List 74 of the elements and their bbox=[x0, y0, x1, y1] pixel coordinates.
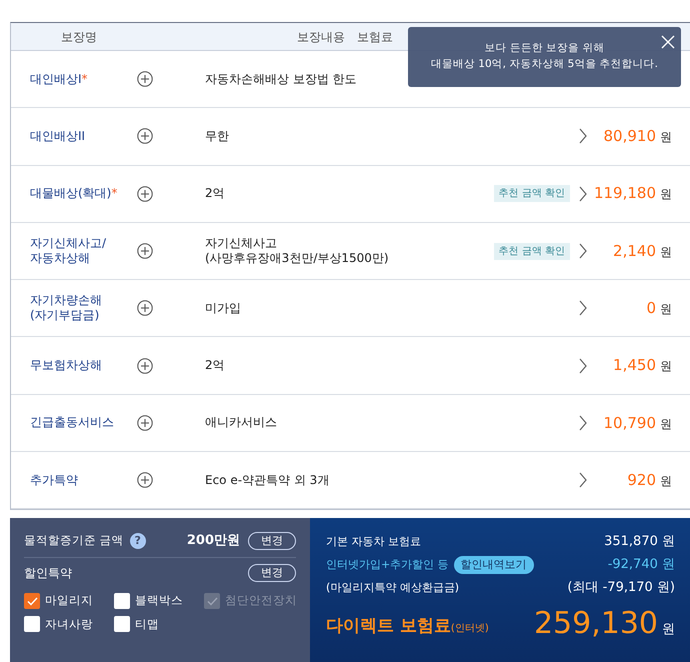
coverage-name[interactable]: 자기신체사고/ 자동차상해 bbox=[11, 236, 131, 266]
change-button[interactable]: 변경 bbox=[248, 564, 296, 582]
plus-icon[interactable] bbox=[137, 186, 153, 202]
plus-icon[interactable] bbox=[137, 71, 153, 88]
coverage-name[interactable]: 자기차량손해 (자기부담금) bbox=[11, 293, 131, 324]
tooltip-text: 대물배상 10억, 자동차상해 5억을 추천합니다. bbox=[430, 57, 658, 72]
plus-icon[interactable] bbox=[137, 128, 153, 144]
coverage-name[interactable]: 대인배상II bbox=[11, 128, 131, 144]
currency-unit: 원 bbox=[660, 302, 672, 316]
surcharge-label: 물적할증기준 금액 bbox=[24, 532, 124, 550]
plus-icon[interactable] bbox=[137, 358, 153, 374]
chevron-icon[interactable] bbox=[578, 358, 588, 374]
currency-unit: 원 bbox=[660, 416, 672, 431]
coverage-content: 2억 bbox=[205, 186, 226, 202]
discount-checkbox[interactable]: 자녀사랑 bbox=[24, 616, 114, 633]
coverage-content: 애니카서비스 bbox=[205, 415, 278, 430]
discount-checkbox[interactable]: 티맵 bbox=[114, 616, 204, 633]
plus-icon[interactable] bbox=[137, 472, 153, 488]
coverage-name[interactable]: 무보험차상해 bbox=[11, 358, 131, 374]
coverage-content: Eco e-약관특약 외 3개 bbox=[205, 472, 330, 488]
discount-details-button[interactable]: 할인내역보기 bbox=[454, 556, 534, 574]
plus-icon[interactable] bbox=[137, 300, 153, 316]
premium-amount: 10,790 bbox=[604, 414, 656, 432]
discount-checkbox[interactable]: 블랙박스 bbox=[114, 592, 204, 610]
column-header: 보장내용 bbox=[297, 28, 345, 46]
chevron-icon[interactable] bbox=[578, 186, 588, 202]
plus-icon[interactable] bbox=[137, 243, 153, 260]
premium-amount: 1,450 bbox=[613, 356, 656, 374]
coverage-content: 무한 bbox=[205, 128, 230, 144]
help-icon[interactable]: ? bbox=[130, 532, 146, 549]
coverage-content: 미가입 bbox=[205, 300, 242, 316]
change-button[interactable]: 변경 bbox=[248, 532, 296, 550]
discount-checkbox[interactable]: 마일리지 bbox=[24, 592, 114, 610]
chevron-icon[interactable] bbox=[578, 243, 588, 260]
currency-unit: 원 bbox=[662, 620, 675, 639]
coverage-content: 자동차손해배상 보장법 한도 bbox=[205, 72, 358, 87]
discount-checkbox: 첨단안전장치 bbox=[204, 592, 304, 610]
column-header: 보장명 bbox=[61, 28, 97, 46]
summary-label: 인터넷가입+추가할인 등 bbox=[326, 556, 449, 573]
coverage-name[interactable]: 대인배상I* bbox=[11, 72, 131, 87]
premium-amount: 80,910 bbox=[604, 127, 656, 146]
premium-amount: 920 bbox=[627, 470, 656, 489]
discount-title: 할인특약 bbox=[24, 565, 72, 582]
summary-value: -92,740 원 bbox=[608, 556, 675, 574]
column-header: 보험료 bbox=[357, 28, 393, 46]
coverage-name[interactable]: 긴급출동서비스 bbox=[11, 415, 131, 430]
premium-amount: 2,140 bbox=[613, 242, 656, 260]
tooltip-text: 보다 든든한 보장을 위해 bbox=[484, 41, 604, 56]
chevron-icon[interactable] bbox=[578, 128, 588, 144]
currency-unit: 원 bbox=[660, 244, 672, 259]
surcharge-value: 200만원 bbox=[186, 532, 240, 550]
currency-unit: 원 bbox=[660, 474, 672, 488]
coverage-content: 자기신체사고 (사망후유장애3천만/부상1500만) bbox=[205, 236, 390, 266]
premium-amount: 119,180 bbox=[594, 184, 656, 202]
currency-unit: 원 bbox=[660, 187, 672, 202]
plus-icon[interactable] bbox=[137, 414, 153, 431]
check-icon bbox=[26, 596, 38, 606]
close-icon[interactable] bbox=[661, 35, 675, 49]
coverage-name[interactable]: 대물배상(확대)* bbox=[11, 186, 131, 202]
total-label: 다이렉트 보험료(인터넷) bbox=[326, 614, 489, 638]
summary-value: 351,870 원 bbox=[604, 533, 675, 552]
coverage-name[interactable]: 추가특약 bbox=[11, 472, 131, 488]
premium-amount: 0 bbox=[646, 299, 656, 318]
summary-value: (최대 -79,170 원) bbox=[567, 579, 675, 598]
summary-label: 기본 자동차 보험료 bbox=[326, 534, 421, 550]
currency-unit: 원 bbox=[660, 359, 672, 374]
total-amount: 259,130 bbox=[534, 609, 658, 640]
currency-unit: 원 bbox=[660, 130, 672, 144]
coverage-content: 2억 bbox=[205, 358, 226, 374]
chevron-icon[interactable] bbox=[578, 414, 588, 431]
check-icon bbox=[206, 596, 218, 606]
note-label: (마일리지특약 예상환급금) bbox=[326, 580, 460, 596]
chevron-icon[interactable] bbox=[578, 472, 588, 488]
chevron-icon[interactable] bbox=[578, 300, 588, 316]
